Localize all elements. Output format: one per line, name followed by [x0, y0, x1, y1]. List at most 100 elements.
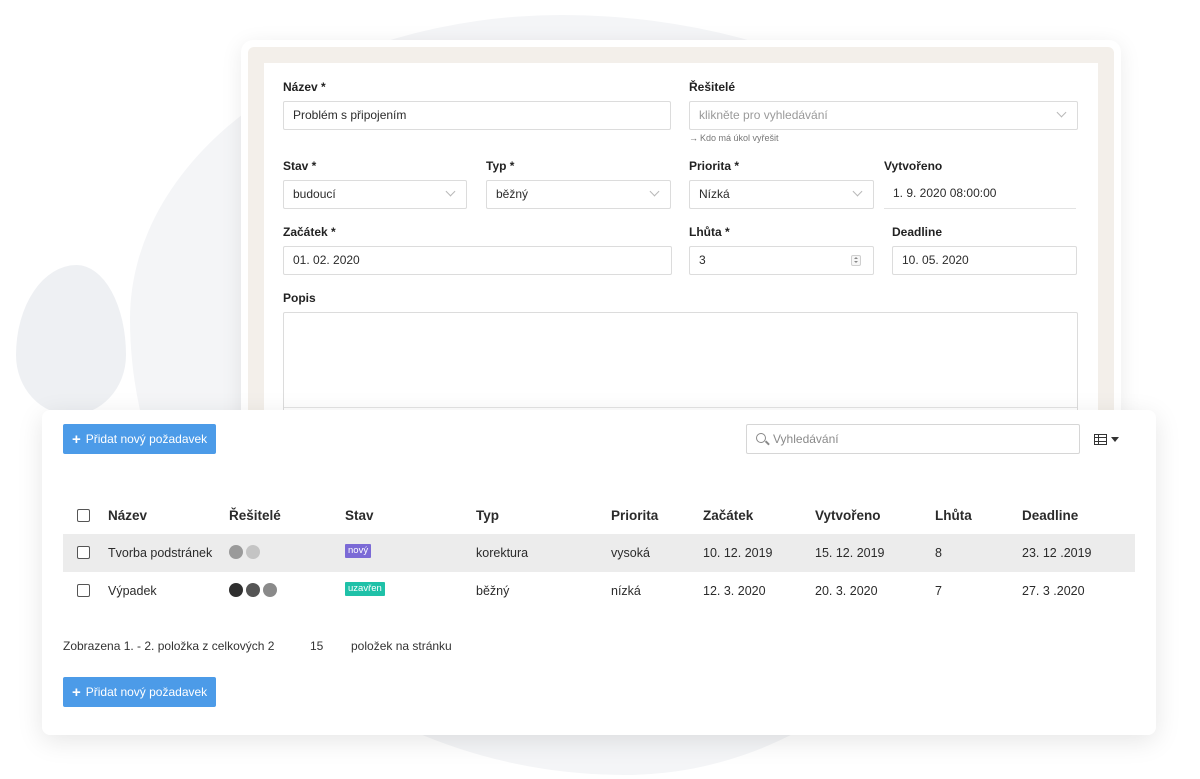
table-row[interactable]: Výpadek uzavřen běžný nízká 12. 3. 2020 …	[63, 572, 1135, 610]
priority-select[interactable]: Nízká	[689, 180, 874, 209]
column-selector[interactable]	[1094, 433, 1122, 447]
select-all-checkbox[interactable]	[77, 509, 90, 522]
priority-field: Priorita * Nízká	[689, 159, 874, 209]
requests-table: Název Řešitelé Stav Typ Priorita Začátek…	[63, 498, 1135, 610]
chevron-down-icon	[649, 186, 660, 197]
duration-field: Lhůta * 3	[689, 225, 874, 275]
priority-label: Priorita *	[689, 159, 740, 173]
form-frame-inner: Název * Problém s připojením Řešitelé kl…	[248, 47, 1114, 433]
stage: Název * Problém s připojením Řešitelé kl…	[0, 0, 1200, 779]
type-select[interactable]: běžný	[486, 180, 671, 209]
type-label: Typ *	[486, 159, 515, 173]
created-label: Vytvořeno	[884, 159, 943, 173]
deadline-field: Deadline 10. 05. 2020	[892, 225, 1077, 275]
row-checkbox[interactable]	[77, 546, 90, 559]
task-form-card: Název * Problém s připojením Řešitelé kl…	[241, 40, 1121, 440]
name-label: Název *	[283, 80, 326, 94]
row-priority: vysoká	[611, 546, 650, 560]
column-header[interactable]: Vytvořeno	[815, 498, 881, 534]
duration-label: Lhůta *	[689, 225, 730, 239]
avatar	[246, 545, 260, 560]
status-field: Stav * budoucí	[283, 159, 467, 209]
column-header[interactable]: Stav	[345, 498, 374, 534]
pagination-summary: Zobrazena 1. - 2. položka z celkových 2	[63, 639, 275, 653]
column-header[interactable]: Lhůta	[935, 498, 972, 534]
column-header[interactable]: Začátek	[703, 498, 753, 534]
column-header[interactable]: Řešitelé	[229, 498, 281, 534]
avatar	[246, 583, 260, 598]
column-header[interactable]: Priorita	[611, 498, 658, 534]
description-field: Popis	[283, 291, 1078, 422]
add-request-button-top[interactable]: + Přidat nový požadavek	[63, 424, 216, 454]
priority-value: Nízká	[699, 187, 730, 201]
chevron-down-icon	[852, 186, 863, 197]
requests-list-card: + Přidat nový požadavek Vyhledávání Název…	[42, 410, 1156, 735]
add-request-label: Přidat nový požadavek	[85, 685, 208, 699]
row-type: korektura	[476, 546, 529, 560]
start-date-input[interactable]: 01. 02. 2020	[283, 246, 672, 275]
assignees-hint-text: Kdo má úkol vyřešit	[700, 133, 779, 143]
status-label: Stav *	[283, 159, 317, 173]
plus-icon: +	[72, 684, 81, 701]
row-deadline: 27. 3 .2020	[1022, 584, 1085, 598]
duration-value: 3	[699, 253, 706, 267]
avatar	[229, 545, 243, 560]
search-input[interactable]: Vyhledávání	[746, 424, 1080, 454]
row-deadline: 23. 12 .2019	[1022, 546, 1092, 560]
assignees-hint: → Kdo má úkol vyřešit	[689, 133, 1078, 144]
assignees-label: Řešitelé	[689, 80, 736, 94]
row-name: Tvorba podstránek	[108, 546, 213, 560]
row-assignees	[229, 534, 263, 573]
avatar	[263, 583, 277, 598]
avatar	[229, 583, 243, 598]
name-field: Název * Problém s připojením	[283, 80, 671, 130]
row-start: 12. 3. 2020	[703, 584, 766, 598]
row-duration: 8	[935, 546, 942, 560]
deadline-label: Deadline	[892, 225, 943, 239]
background-shape-left	[16, 265, 126, 415]
row-start: 10. 12. 2019	[703, 546, 773, 560]
per-page-label: položek na stránku	[351, 639, 452, 653]
add-request-button-bottom[interactable]: + Přidat nový požadavek	[63, 677, 216, 707]
status-badge: uzavřen	[345, 581, 385, 596]
row-created: 15. 12. 2019	[815, 546, 885, 560]
column-header[interactable]: Typ	[476, 498, 499, 534]
task-form: Název * Problém s připojením Řešitelé kl…	[264, 63, 1098, 433]
start-label: Začátek *	[283, 225, 336, 239]
duration-stepper[interactable]: 3	[689, 246, 874, 275]
assignees-select[interactable]: klikněte pro vyhledávání	[689, 101, 1078, 130]
table-icon	[1094, 434, 1107, 445]
row-priority: nízká	[611, 584, 641, 598]
status-badge: nový	[345, 543, 372, 558]
deadline-date-input[interactable]: 10. 05. 2020	[892, 246, 1077, 275]
per-page-select[interactable]: 15	[310, 639, 323, 653]
chevron-down-icon	[445, 186, 456, 197]
created-field: Vytvořeno 1. 9. 2020 08:00:00	[884, 159, 1076, 209]
row-status: nový	[345, 534, 372, 572]
type-value: běžný	[496, 187, 529, 201]
row-checkbox[interactable]	[77, 584, 90, 597]
column-header[interactable]: Deadline	[1022, 498, 1078, 534]
description-editor[interactable]	[283, 312, 1078, 422]
row-duration: 7	[935, 584, 942, 598]
row-type: běžný	[476, 584, 510, 598]
add-request-label: Přidat nový požadavek	[85, 432, 208, 446]
row-assignees	[229, 572, 280, 611]
arrow-right-icon: →	[689, 133, 698, 143]
row-status: uzavřen	[345, 572, 385, 610]
stepper-arrows-icon[interactable]	[851, 255, 861, 266]
caret-down-icon	[1111, 437, 1119, 442]
table-row[interactable]: Tvorba podstránek nový korektura vysoká …	[63, 534, 1135, 572]
created-value: 1. 9. 2020 08:00:00	[884, 180, 1076, 209]
row-name: Výpadek	[108, 584, 157, 598]
status-value: budoucí	[293, 187, 336, 201]
row-created: 20. 3. 2020	[815, 584, 878, 598]
search-icon	[756, 433, 766, 443]
column-header[interactable]: Název	[108, 498, 147, 534]
type-field: Typ * běžný	[486, 159, 671, 209]
name-input[interactable]: Problém s připojením	[283, 101, 671, 130]
table-header: Název Řešitelé Stav Typ Priorita Začátek…	[63, 498, 1135, 534]
assignees-placeholder: klikněte pro vyhledávání	[699, 108, 828, 122]
search-placeholder: Vyhledávání	[773, 432, 839, 446]
status-select[interactable]: budoucí	[283, 180, 467, 209]
